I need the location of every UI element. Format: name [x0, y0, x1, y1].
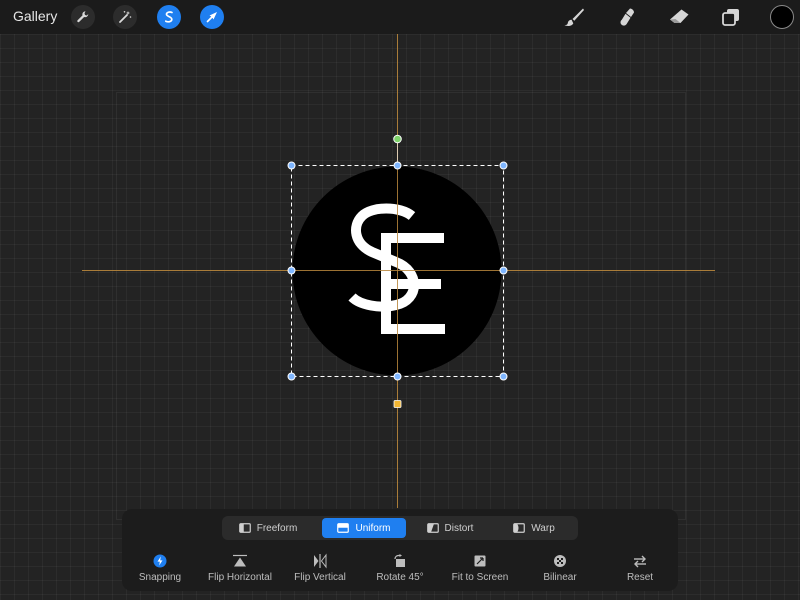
mode-warp[interactable]: Warp [494, 518, 574, 538]
flip-vertical-button[interactable]: Flip Vertical [278, 553, 362, 587]
uniform-icon [337, 523, 350, 533]
handle-top-center[interactable] [393, 161, 402, 170]
flip-vertical-icon [314, 553, 327, 569]
fit-screen-icon [474, 555, 486, 567]
rotate-handle[interactable] [393, 134, 402, 144]
distort-icon [426, 523, 439, 533]
handle-top-left[interactable] [287, 161, 296, 170]
transform-mode-selector: Freeform Uniform Distort Warp [222, 516, 578, 540]
transform-panel: Freeform Uniform Distort Warp Snapping F… [122, 509, 678, 591]
rotate-icon [394, 554, 405, 567]
snapping-button[interactable]: Snapping [118, 553, 202, 587]
freeform-icon [238, 523, 251, 533]
reset-icon [634, 555, 646, 568]
flip-horizontal-icon [233, 554, 247, 567]
reset-button[interactable]: Reset [598, 553, 682, 587]
handle-bottom-right[interactable] [499, 372, 508, 381]
handle-bottom-center[interactable] [393, 372, 402, 381]
mode-distort[interactable]: Distort [408, 518, 492, 538]
fit-to-screen-button[interactable]: Fit to Screen [438, 553, 522, 587]
bilinear-button[interactable]: Bilinear [518, 553, 602, 587]
transform-actions: Snapping Flip Horizontal Flip Vertical R… [122, 553, 678, 587]
mode-freeform[interactable]: Freeform [226, 518, 310, 538]
handle-middle-left[interactable] [287, 266, 296, 275]
flip-horizontal-button[interactable]: Flip Horizontal [198, 553, 282, 587]
handle-bottom-left[interactable] [287, 372, 296, 381]
warp-icon [513, 523, 526, 533]
anchor-handle[interactable] [393, 400, 402, 408]
handle-top-right[interactable] [499, 161, 508, 170]
handle-middle-right[interactable] [499, 266, 508, 275]
mode-uniform[interactable]: Uniform [322, 518, 406, 538]
rotate-45-button[interactable]: Rotate 45° [358, 553, 442, 587]
bilinear-icon [554, 555, 566, 567]
lightning-icon [153, 554, 167, 568]
